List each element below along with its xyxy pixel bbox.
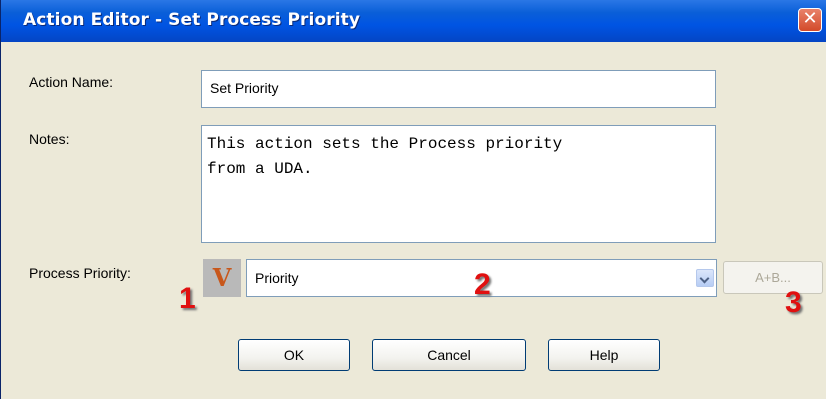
notes-label: Notes: [29,131,70,147]
process-priority-label: Process Priority: [29,265,131,281]
variable-v-icon[interactable]: V [203,259,241,297]
cancel-button[interactable]: Cancel [372,339,526,371]
notes-textarea[interactable]: This action sets the Process priority fr… [201,125,716,243]
process-priority-value: Priority [255,270,299,286]
help-button[interactable]: Help [548,339,660,371]
annotation-3: 3 [785,286,802,319]
close-button[interactable]: ✕ [798,8,822,32]
expression-builder-button[interactable]: A+B... [723,261,823,294]
close-icon: ✕ [802,8,818,29]
action-name-input[interactable]: Set Priority [201,70,716,108]
window-title: Action Editor - Set Process Priority [23,10,361,30]
title-bar[interactable]: Action Editor - Set Process Priority ✕ [1,0,826,42]
action-editor-dialog: Action Editor - Set Process Priority ✕ A… [0,0,826,399]
annotation-1: 1 [179,282,196,315]
ok-button[interactable]: OK [238,339,350,371]
chevron-down-icon[interactable] [696,269,714,287]
action-name-label: Action Name: [29,74,114,90]
annotation-2: 2 [474,268,491,301]
